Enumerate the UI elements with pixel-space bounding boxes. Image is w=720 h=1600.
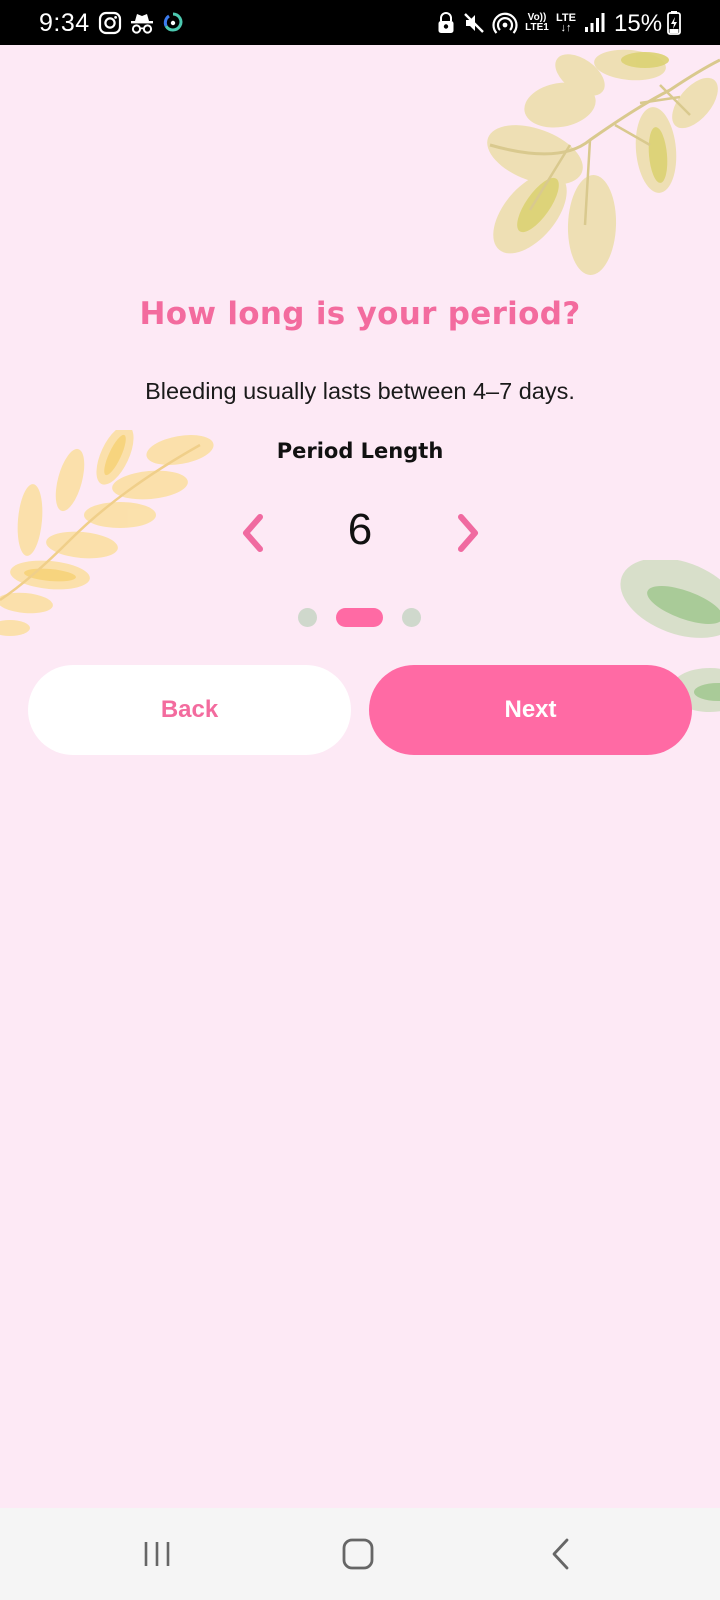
progress-dot-1 [298,608,317,627]
battery-charging-icon [667,0,681,45]
recent-apps-icon [144,1542,170,1566]
lte-icon: LTE ↓↑ [553,13,579,34]
period-length-stepper: 6 [0,500,720,570]
progress-dot-2-active [336,608,383,627]
period-length-value: 6 [347,505,373,554]
signal-icon [584,0,606,45]
chevron-right-icon [458,514,478,552]
volte-bottom-label: LTE1 [525,22,549,33]
period-length-label: Period Length [276,439,444,463]
instagram-icon [98,0,122,45]
battery-percent: 15% [614,10,663,37]
nav-back-button[interactable] [531,1530,591,1578]
incognito-icon [129,0,155,45]
recent-apps-button[interactable] [127,1530,187,1578]
chevron-left-icon [243,514,263,552]
increment-button[interactable] [443,508,493,558]
lte-bottom-label: ↓↑ [560,22,572,34]
status-bar: 9:34 Vo)) LTE1 LTE ↓↑ 15% [0,0,720,45]
back-button[interactable]: Back [28,665,351,755]
leaf-decoration-top-right [487,49,720,275]
next-button[interactable]: Next [369,665,692,755]
decrement-button[interactable] [228,508,278,558]
page-title: How long is your period? [139,296,581,332]
volte-icon: Vo)) LTE1 [523,13,551,33]
sync-circle-icon [163,0,183,45]
progress-dot-3 [402,608,421,627]
back-icon [552,1538,569,1570]
status-time: 9:34 [39,9,90,37]
page-subtitle: Bleeding usually lasts between 4–7 days. [145,378,575,404]
vpn-lock-icon [437,0,455,45]
home-button[interactable] [328,1530,388,1578]
home-icon [342,1538,374,1570]
mute-icon [462,0,486,45]
system-nav-bar [0,1508,720,1600]
hotspot-icon [492,0,518,45]
